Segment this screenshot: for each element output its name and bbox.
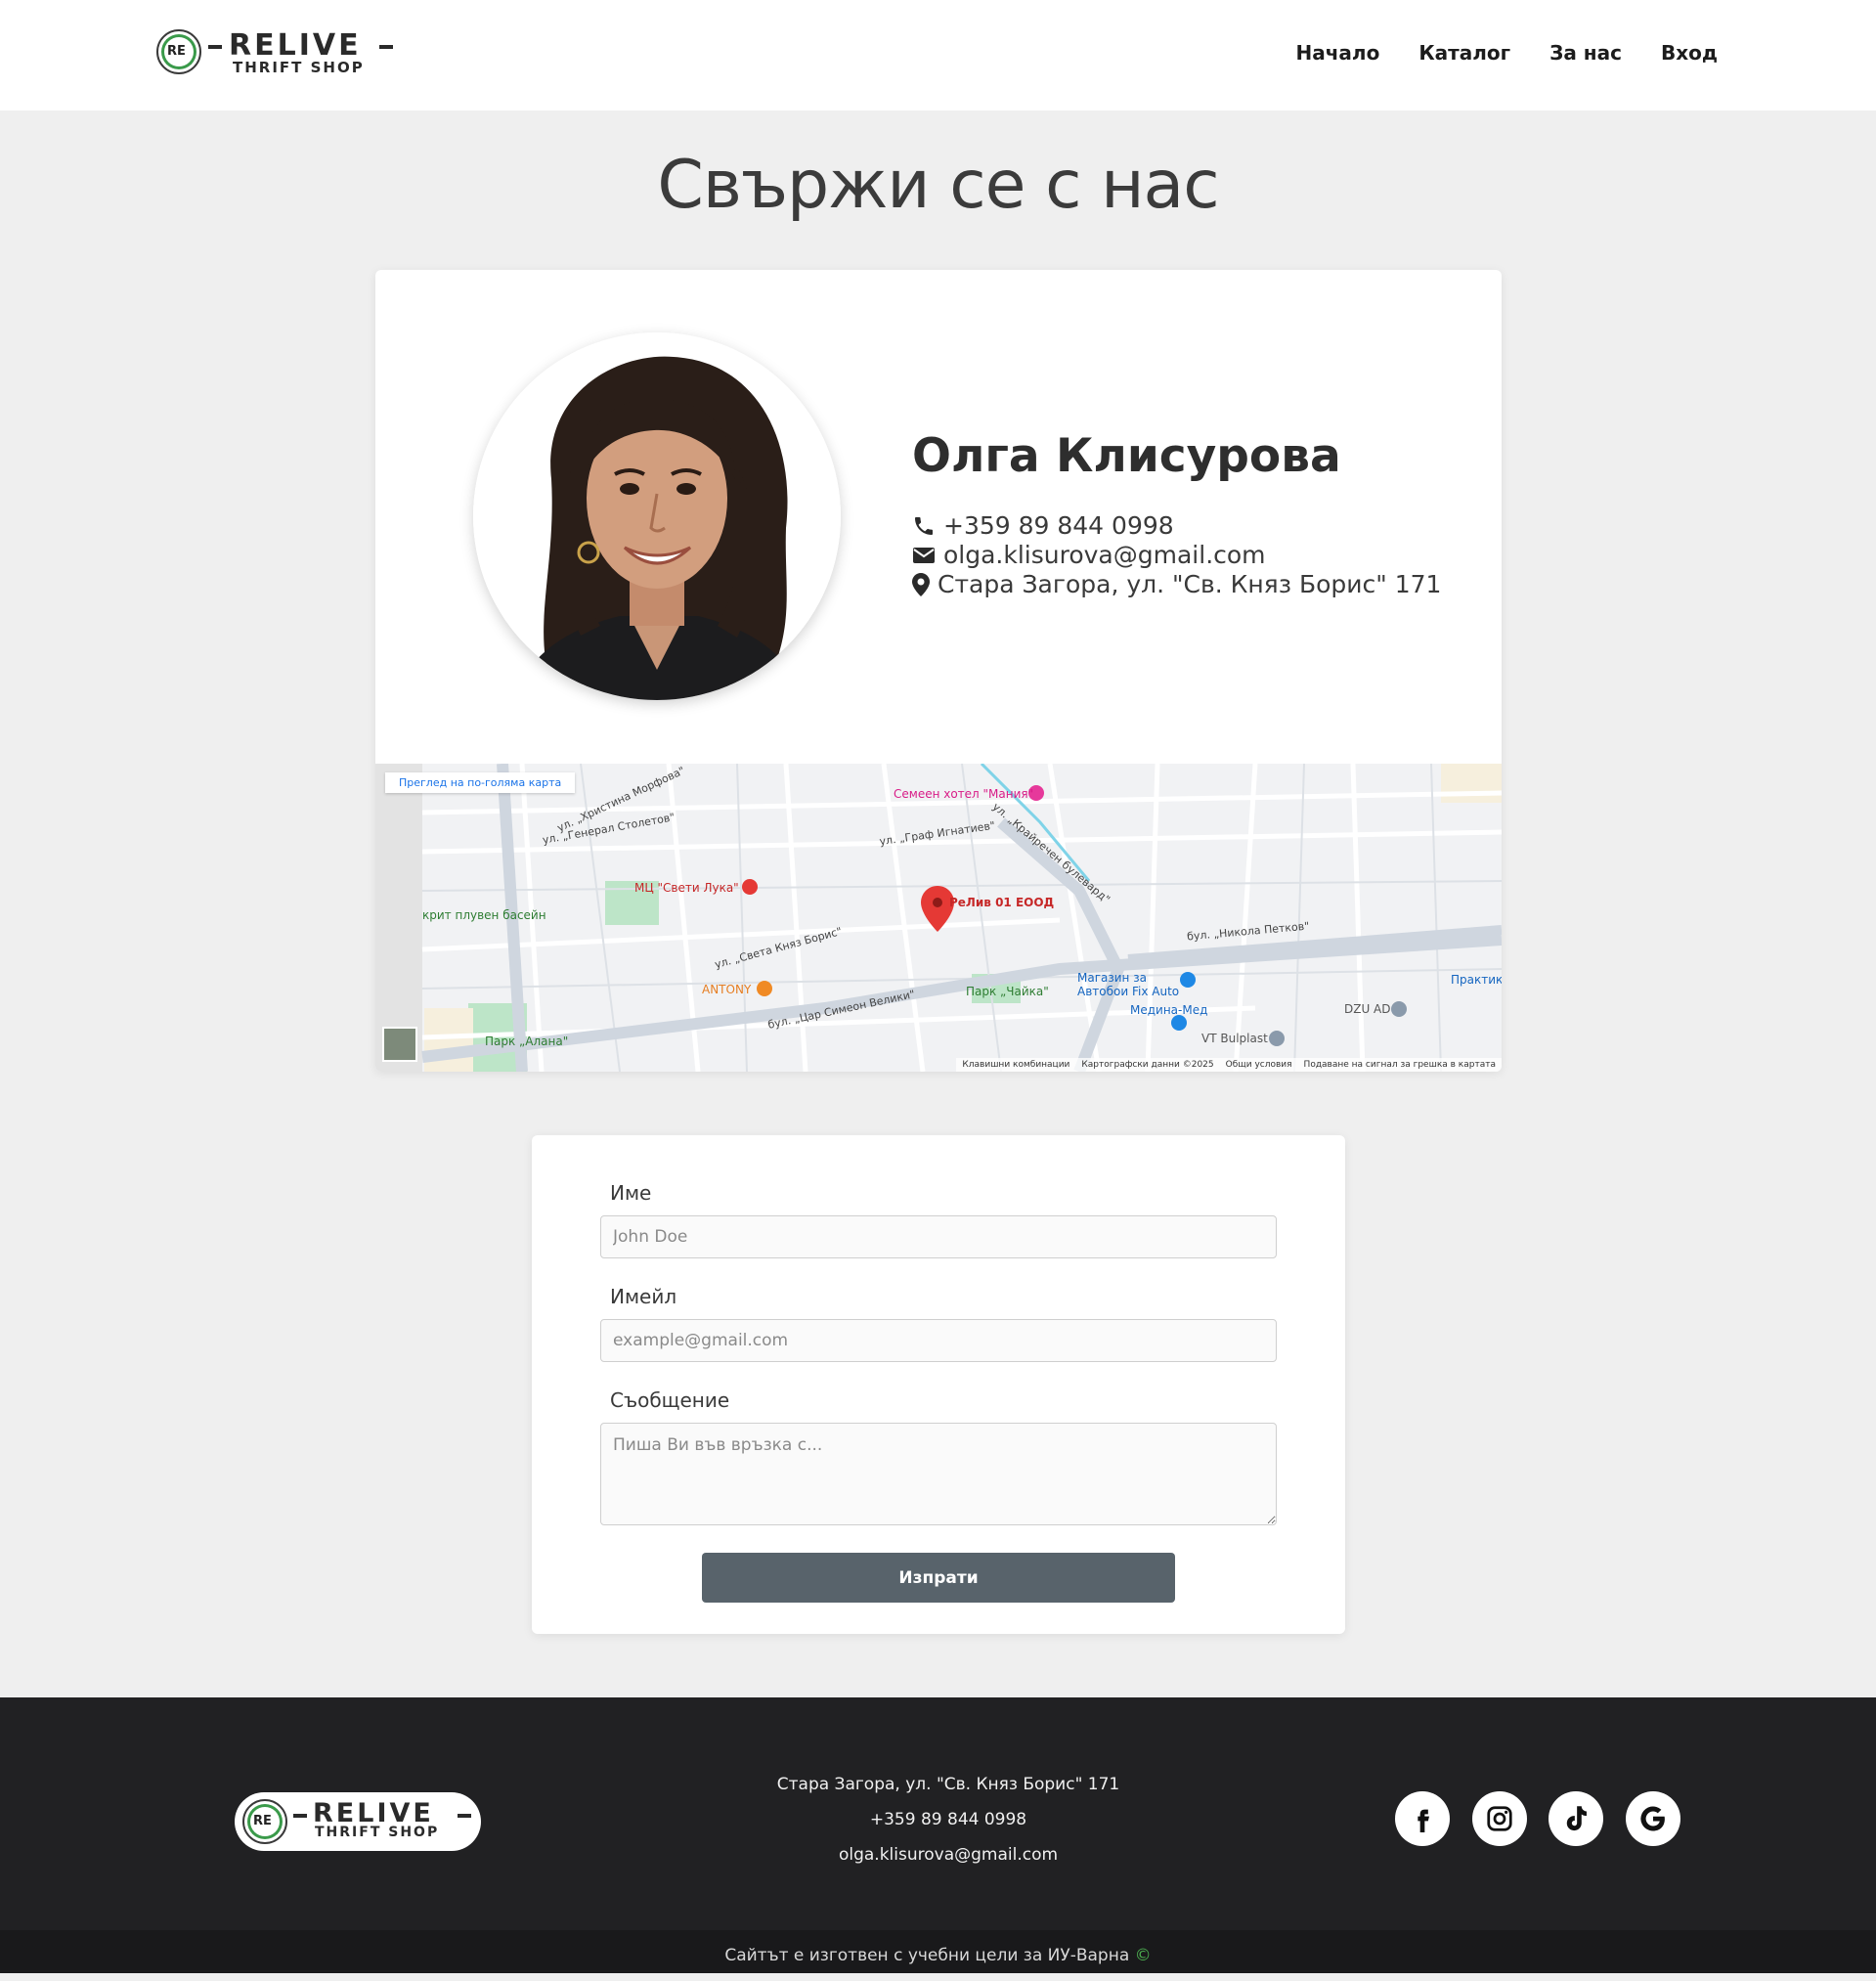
contact-phone[interactable]: +359 89 844 0998 bbox=[943, 511, 1174, 540]
map-place-vt[interactable]: VT Bulplast bbox=[1201, 1032, 1268, 1045]
footer-bottom-bar: Сайтът е изготвен с учебни цели за ИУ-Ва… bbox=[0, 1930, 1876, 1973]
avatar bbox=[473, 332, 841, 700]
google-icon[interactable] bbox=[1626, 1791, 1680, 1846]
map-place-dzu[interactable]: DZU AD bbox=[1344, 1002, 1391, 1016]
map-marker-label[interactable]: РеЛив 01 ЕООД bbox=[949, 896, 1054, 909]
message-textarea[interactable] bbox=[600, 1423, 1277, 1525]
map-attribution: Клавишни комбинации Картографски данни ©… bbox=[956, 1058, 1502, 1072]
logo-tagline: THRIFT SHOP bbox=[233, 59, 365, 76]
phone-icon bbox=[915, 516, 933, 535]
contact-email[interactable]: olga.klisurova@gmail.com bbox=[943, 541, 1266, 569]
map-place-restaurant[interactable]: ANTONY bbox=[702, 983, 751, 996]
contact-name: Олга Клисурова bbox=[912, 429, 1341, 483]
site-logo[interactable]: RE RELIVE THRIFT SHOP bbox=[156, 27, 396, 78]
page-title: Свържи се с нас bbox=[657, 147, 1219, 224]
copyright-symbol: © bbox=[1134, 1946, 1152, 1965]
facebook-icon[interactable] bbox=[1395, 1791, 1450, 1846]
map-shortcuts-link[interactable]: Клавишни комбинации bbox=[962, 1060, 1069, 1070]
tiktok-icon[interactable] bbox=[1549, 1791, 1603, 1846]
map-place-hotel[interactable]: Семеен хотел "Мания" bbox=[894, 787, 1033, 801]
footer: RE RELIVE THRIFT SHOP Стара Загора, ул. … bbox=[0, 1697, 1876, 1930]
contact-phone-row: +359 89 844 0998 bbox=[912, 511, 1174, 540]
nav-link-catalog[interactable]: Каталог bbox=[1418, 41, 1510, 65]
map-place-pool[interactable]: крит плувен басейн bbox=[422, 908, 546, 922]
email-input[interactable] bbox=[600, 1319, 1277, 1362]
map-report-link[interactable]: Подаване на сигнал за грешка в картата bbox=[1304, 1060, 1496, 1070]
submit-button[interactable]: Изпрати bbox=[702, 1553, 1175, 1603]
footer-address: Стара Загора, ул. "Св. Княз Борис" 171 bbox=[776, 1775, 1120, 1794]
envelope-icon bbox=[913, 547, 935, 563]
contact-form: Име Имейл Съобщение Изпрати bbox=[532, 1135, 1345, 1634]
nav-link-about[interactable]: За нас bbox=[1549, 41, 1622, 65]
contact-address: Стара Загора, ул. "Св. Княз Борис" 171 bbox=[938, 570, 1442, 598]
footer-credit-text: Сайтът е изготвен с учебни цели за ИУ-Ва… bbox=[724, 1946, 1130, 1965]
embedded-map[interactable]: Преглед на по-голяма карта РеЛив 01 ЕООД… bbox=[375, 764, 1502, 1072]
name-label: Име bbox=[610, 1181, 652, 1205]
map-place-pharmacy[interactable]: Медина-Мед bbox=[1130, 1003, 1207, 1017]
contact-card: Олга Клисурова +359 89 844 0998 olga.kli… bbox=[375, 270, 1502, 1072]
map-pin-icon bbox=[912, 572, 930, 596]
logo-title: RELIVE bbox=[229, 28, 362, 63]
name-input[interactable] bbox=[600, 1215, 1277, 1258]
navbar: RE RELIVE THRIFT SHOP Начало Каталог За … bbox=[0, 0, 1876, 110]
recycle-logo-icon: RE bbox=[156, 29, 201, 74]
message-label: Съобщение bbox=[610, 1388, 730, 1412]
contact-address-row: Стара Загора, ул. "Св. Княз Борис" 171 bbox=[912, 570, 1441, 598]
contact-email-row: olga.klisurova@gmail.com bbox=[912, 541, 1266, 569]
map-place-park-alana[interactable]: Парк „Алана" bbox=[485, 1035, 568, 1048]
nav-link-home[interactable]: Начало bbox=[1295, 41, 1379, 65]
main-nav: Начало Каталог За нас Вход bbox=[1256, 41, 1718, 65]
map-place-park-chaika[interactable]: Парк „Чайка" bbox=[966, 985, 1049, 998]
footer-email[interactable]: olga.klisurova@gmail.com bbox=[0, 1845, 1876, 1865]
instagram-icon[interactable] bbox=[1472, 1791, 1527, 1846]
email-label: Имейл bbox=[610, 1285, 677, 1308]
view-larger-map-link[interactable]: Преглед на по-голяма карта bbox=[385, 772, 576, 793]
map-place-hospital[interactable]: МЦ "Свети Лука" bbox=[634, 881, 739, 895]
map-data-credit: Картографски данни ©2025 bbox=[1081, 1060, 1214, 1070]
nav-link-login[interactable]: Вход bbox=[1661, 41, 1718, 65]
map-place-shop[interactable]: Магазин за Автобои Fix Auto bbox=[1077, 971, 1195, 998]
map-place-praktiker[interactable]: Практикер bbox=[1451, 973, 1502, 987]
map-terms-link[interactable]: Общи условия bbox=[1226, 1060, 1292, 1070]
